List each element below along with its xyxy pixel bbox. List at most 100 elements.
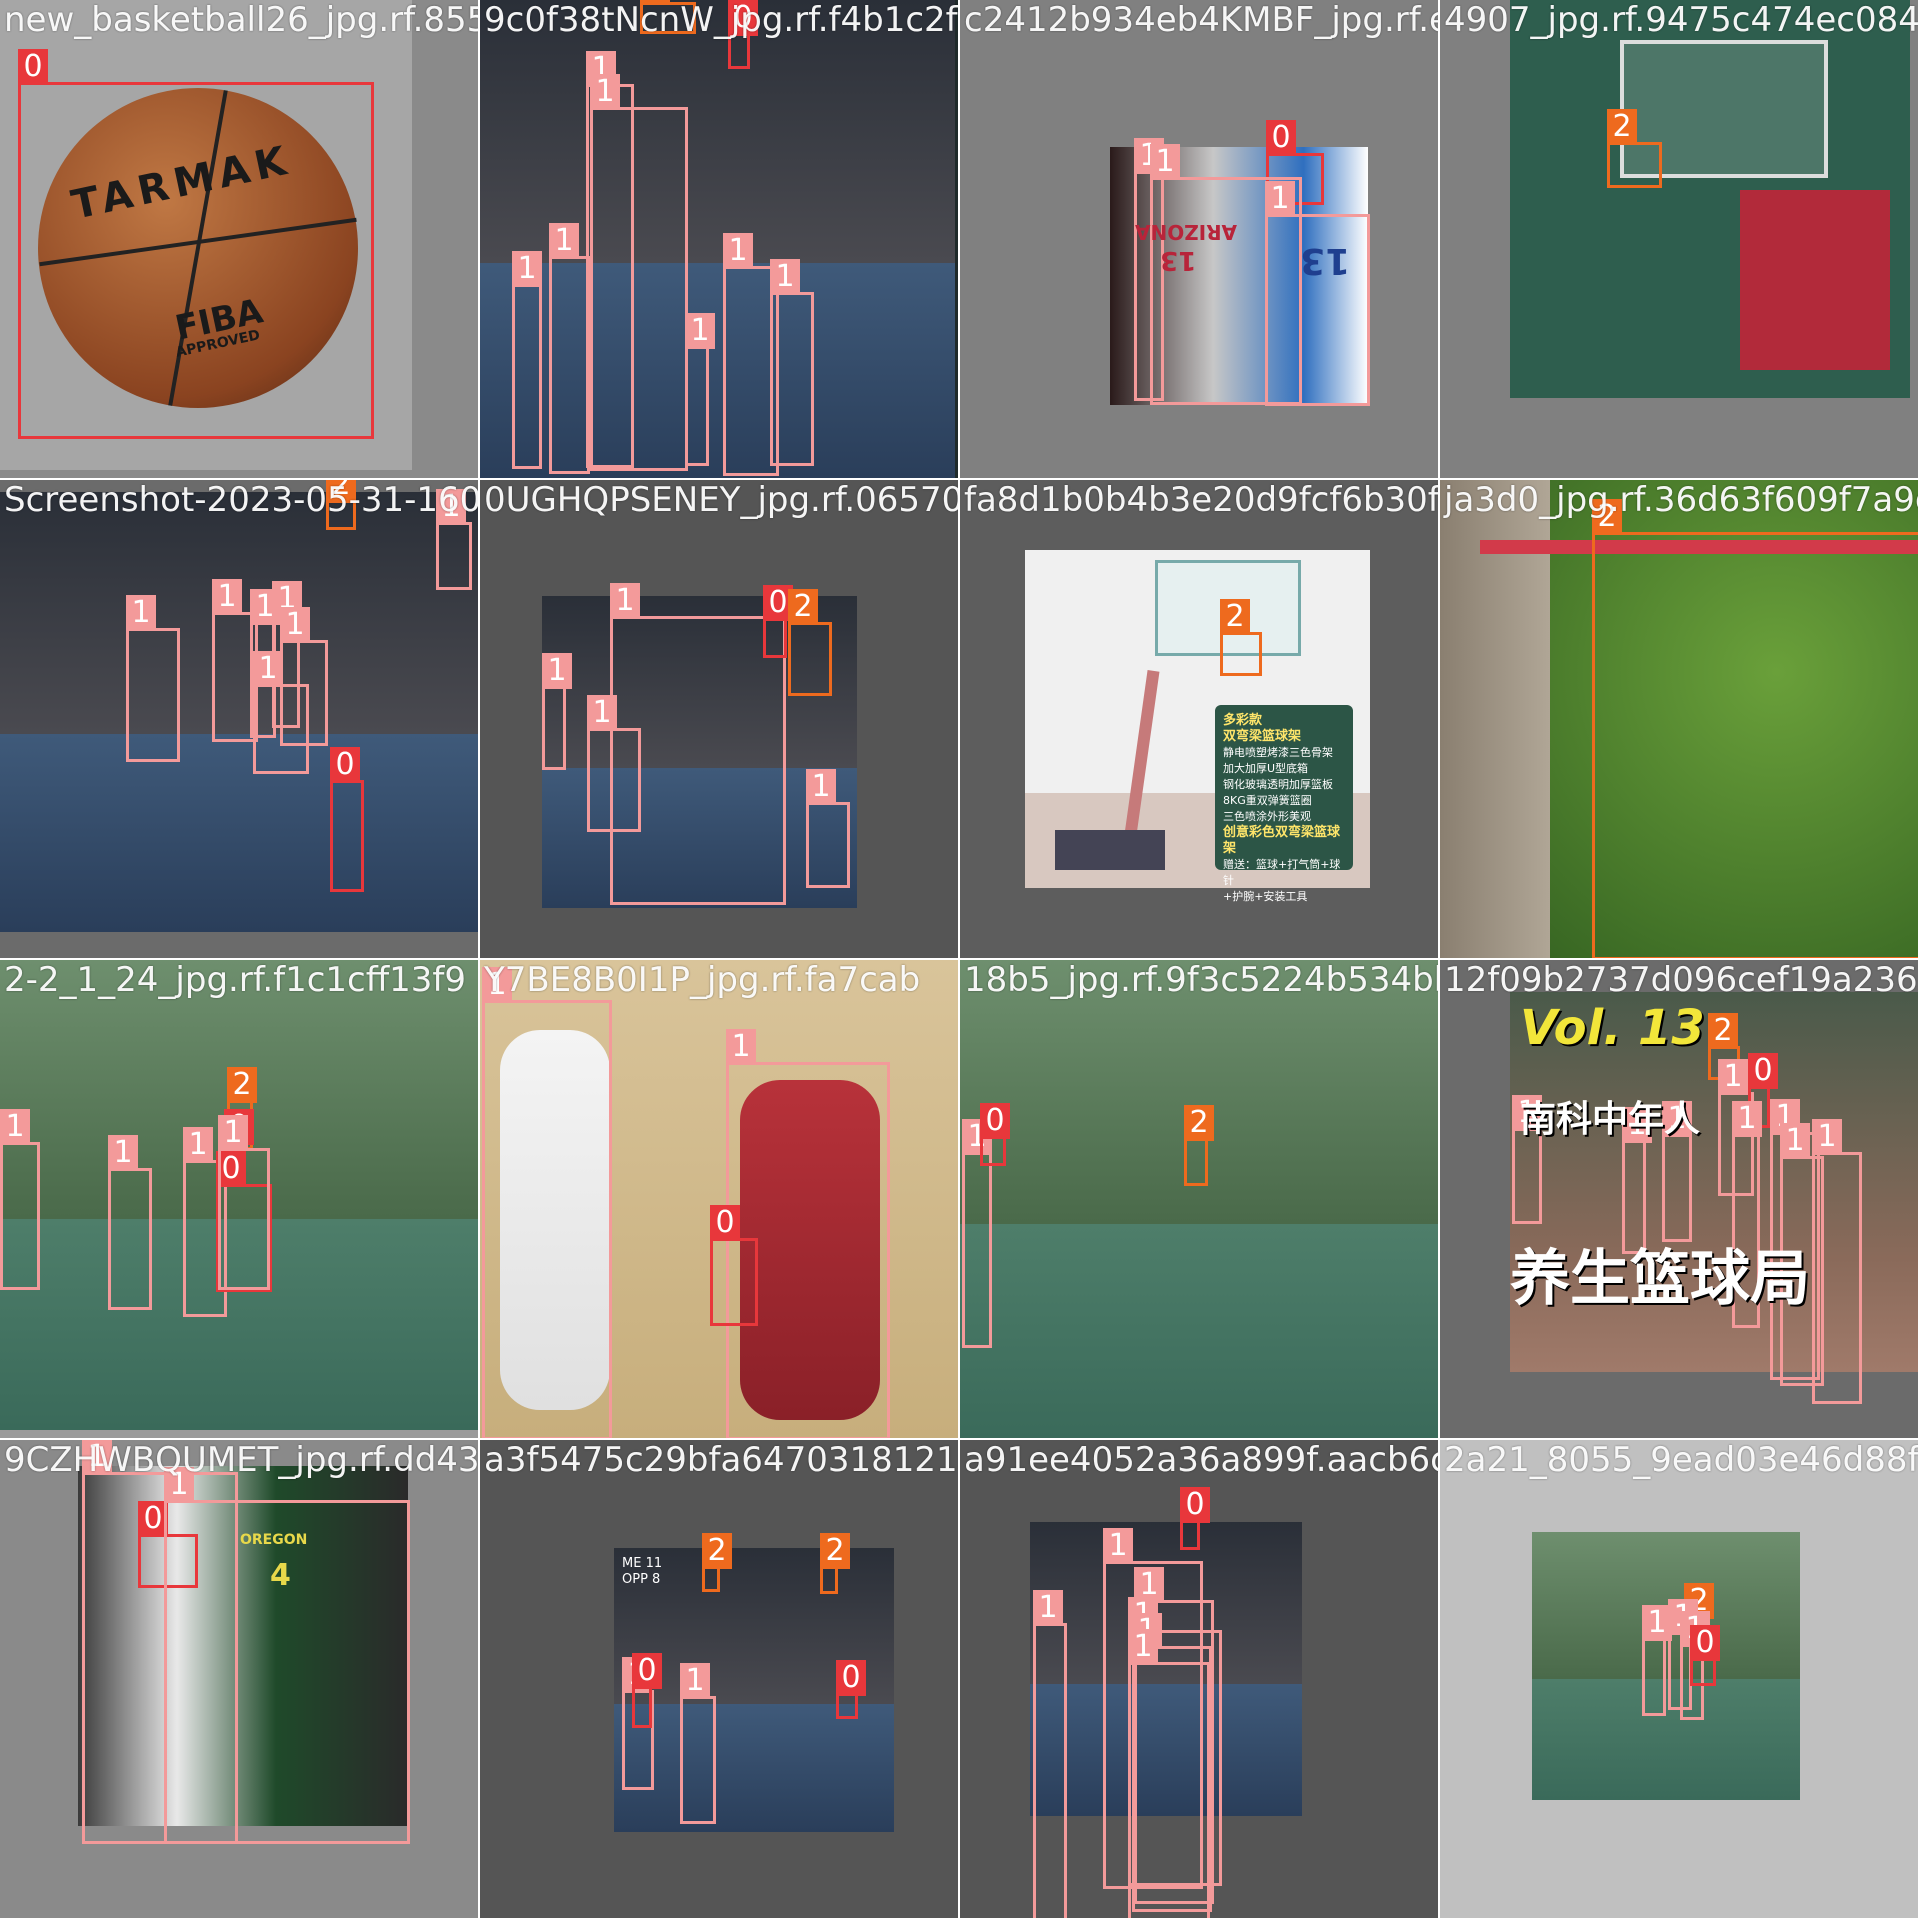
tile-filename: fa8d1b0b4b3e20d9fcf6b30f13d0 (964, 480, 1438, 520)
bbox-class-1: 1 (770, 259, 814, 466)
sign-gift-line: 赠送：篮球+打气筒+球针 (1223, 858, 1341, 887)
sign-line: 8KG重双弹簧篮圈 (1223, 794, 1312, 807)
bbox-label: 1 (218, 1115, 248, 1151)
bbox-label: 1 (1732, 1101, 1762, 1137)
scoreboard-line: ME 11 (622, 1556, 663, 1571)
tile-image (960, 960, 1438, 1438)
bbox-label: 1 (726, 1029, 756, 1065)
tile-filename: new_basketball26_jpg.rf.8559d0f58f7bce7 (4, 0, 478, 40)
video-overlay-text: 养生篮球局 (1510, 1244, 1810, 1314)
bbox-label: 1 (126, 595, 156, 631)
mosaic-tile: 1 1 0 Y7BE8B0I1P_jpg.rf.fa7cab (480, 960, 958, 1438)
mosaic-tile: 211102a21_8055_9ead03e46d88fdb (1440, 1440, 1918, 1918)
bbox-class-1: 1 (1128, 1629, 1210, 1918)
court-floor (0, 734, 478, 932)
base (1055, 830, 1165, 870)
bbox-class-2: 2 (1592, 499, 1918, 958)
mosaic-tile: 2 ja3d0_jpg.rf.36d63f609f7a9d1 (1440, 480, 1918, 958)
video-overlay-text: Vol. 13 (1520, 1000, 1705, 1056)
bbox-class-0: 0 (632, 1653, 662, 1728)
bbox-class-0: 0 (836, 1660, 866, 1719)
bbox-label: 1 (610, 583, 640, 619)
bbox-class-0: 0 (1690, 1625, 1720, 1686)
bbox-class-2: 2 (702, 1533, 732, 1592)
detection-mosaic: TARMAK FIBA APPROVED 0 new_basketball26_jpg.… (0, 0, 1920, 1920)
mosaic-tile: TARMAK FIBA APPROVED 0 new_basketball26_jpg.… (0, 0, 478, 478)
hoop-base (1740, 190, 1890, 370)
bbox-class-0: 0 (1180, 1487, 1210, 1550)
tile-filename: ja3d0_jpg.rf.36d63f609f7a9d1 (1444, 480, 1918, 520)
bbox-label: 0 (1748, 1053, 1778, 1089)
mosaic-tile: ME 11OPP 8221010a3f5475c29bfa64703181215… (480, 1440, 958, 1918)
tile-image (1510, 0, 1910, 398)
bbox-class-1: 1 (0, 1109, 40, 1290)
sign-line: 三色喷涂外形美观 (1223, 810, 1311, 823)
bbox-label: 1 (1150, 144, 1180, 180)
mosaic-tile: 211111110Screenshot-2023-05-31-160551 (0, 480, 478, 958)
bbox-label: 1 (253, 651, 283, 687)
mosaic-tile: 0111111a91ee4052a36a899f.aacb6c612 (960, 1440, 1438, 1918)
bbox-label: 1 (1812, 1119, 1842, 1155)
bbox-label: 0 (1266, 120, 1296, 156)
tile-filename: Y7BE8B0I1P_jpg.rf.fa7cab (484, 960, 921, 1000)
bbox-class-2: 2 (1184, 1105, 1214, 1186)
bbox-label: 1 (280, 607, 310, 643)
court (1532, 1679, 1800, 1800)
bbox-class-1: 1 (680, 1663, 716, 1824)
bbox-label: 1 (723, 233, 753, 269)
mosaic-tile: 2011111119c0f38tNcnW_jpg.rf.f4b1c2f1f534… (480, 0, 958, 478)
bbox-class-1: 1 (1662, 1101, 1692, 1242)
bbox-label: 1 (680, 1663, 710, 1699)
bbox-label: 1 (1128, 1629, 1158, 1665)
mosaic-tile: 多彩款 双弯梁篮球架 静电喷塑烤漆三色骨架 加大加厚U型底箱 钢化玻璃透明加厚篮板 8KG… (960, 480, 1438, 958)
bbox-class-1: 1 (482, 967, 612, 1438)
tile-filename: Screenshot-2023-05-31-160551 (4, 480, 478, 520)
bbox-class-1: 1 (542, 653, 572, 770)
mosaic-tile: 2 4907_jpg.rf.9475c474ec0840e6b8 (1440, 0, 1918, 478)
sign-subtitle: 双弯梁篮球架 (1223, 729, 1302, 744)
bbox-class-2: 2 (788, 589, 832, 696)
tile-filename: a91ee4052a36a899f.aacb6c612 (964, 1440, 1438, 1480)
bbox-label: 1 (1103, 1528, 1133, 1564)
bbox-class-1: 1 (108, 1135, 152, 1310)
bbox-label: 2 (1708, 1013, 1738, 1049)
bbox-class-1: 1 (806, 769, 850, 888)
bbox-label: 2 (227, 1067, 257, 1103)
bbox-label: 1 (542, 653, 572, 689)
video-overlay-text: 南科中年人 (1520, 1099, 1701, 1140)
court-floor (614, 1704, 894, 1832)
bbox-class-0: 0 (980, 1103, 1010, 1166)
bbox-label: 1 (183, 1127, 213, 1163)
sign-gift-line: +护腕+安装工具 (1223, 890, 1308, 903)
bbox-class-0: 0 (710, 1205, 758, 1326)
bbox-label: 0 (710, 1205, 740, 1241)
scoreboard: ME 11 OPP 8 (622, 1556, 662, 1588)
bbox-class-1: 1 (1812, 1119, 1862, 1404)
tile-filename: 2-2_1_24_jpg.rf.f1c1cff13f9 (4, 960, 467, 1000)
bbox-label: 1 (587, 695, 617, 731)
sign-line: 钢化玻璃透明加厚篮板 (1223, 778, 1333, 791)
bbox-class-1: 1 (685, 313, 715, 466)
bbox-class-1: 1 (590, 74, 688, 471)
bbox-label: 2 (1607, 109, 1637, 145)
mosaic-tile: 1021110UGHQPSENEY_jpg.rf.065708216627b0f… (480, 480, 958, 958)
bbox-label: 0 (1690, 1625, 1720, 1661)
bbox-class-0: 0 (763, 585, 793, 658)
bbox-class-2: 2 (1607, 109, 1662, 188)
tile-image (1532, 1532, 1800, 1800)
sign-line: 加大加厚U型底箱 (1223, 762, 1309, 775)
jersey-text: 13 (1160, 245, 1197, 275)
bbox-label: 0 (980, 1103, 1010, 1139)
product-sign: 多彩款 双弯梁篮球架 静电喷塑烤漆三色骨架 加大加厚U型底箱 钢化玻璃透明加厚篮板 8KG… (1215, 705, 1353, 903)
jersey-text: OREGON (240, 1532, 308, 1548)
bbox-class-2: 2 (820, 1533, 850, 1594)
tile-filename: 12f09b2737d096cef19a236b (1444, 960, 1918, 1000)
bbox-label: 0 (1180, 1487, 1210, 1523)
bbox-label: 1 (549, 223, 579, 259)
bbox-label: 1 (1718, 1059, 1748, 1095)
court (960, 1224, 1438, 1438)
bbox-label: 1 (1265, 181, 1295, 217)
jersey-text: 13 (1300, 240, 1351, 281)
tile-filename: 9CZHWBQUMET_jpg.rf.dd433f54e5 (4, 1440, 478, 1480)
bbox-class-1: 1 (1033, 1590, 1067, 1918)
